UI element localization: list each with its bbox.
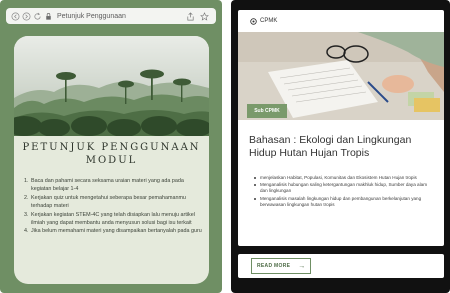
instruction-list: 1. Baca dan pahami secara seksama uraian… [24,177,204,236]
forest-image [14,36,209,136]
instruction-number: 3. [24,211,29,218]
sub-cpmk-badge: Sub CPMK [247,104,287,118]
instruction-number: 4. [24,228,29,235]
instruction-item: 2. Kerjakan quiz untuk mengetahui sebera… [24,194,204,211]
back-icon[interactable] [11,12,20,21]
left-panel: Petunjuk Penggunaan PETUNJUK PENGGUNAAN … [0,0,222,293]
objective-item: menjelaskan Habitat, Populasi, Komunitas… [254,175,434,181]
instruction-text: Kerjakan quiz untuk mengetahui seberapa … [31,194,186,210]
guide-title-line2: MODUL [85,155,138,166]
guide-title: PETUNJUK PENGGUNAAN MODUL [14,141,209,167]
read-more-container: READ MORE → [238,254,444,278]
instruction-text: Kerjakan kegiatan STEM-4C yang telah dis… [31,211,195,227]
guide-title-line1: PETUNJUK PENGGUNAAN [22,142,201,153]
instruction-number: 2. [24,194,29,201]
guide-card: PETUNJUK PENGGUNAAN MODUL 1. Baca dan pa… [14,36,209,284]
instruction-text: Baca dan pahami secara seksama uraian ma… [31,178,184,193]
share-icon[interactable] [186,11,195,21]
cpmk-label: CPMK [260,18,278,24]
instruction-item: 4. Jika belum memahami materi yang disam… [24,227,204,235]
objective-list: menjelaskan Habitat, Populasi, Komunitas… [254,175,434,209]
arrow-right-icon: → [298,262,306,270]
browser-address-bar[interactable]: Petunjuk Penggunaan [6,8,216,24]
forward-icon[interactable] [22,12,31,21]
target-icon [250,17,257,25]
instruction-number: 1. [24,178,29,184]
cpmk-header: CPMK [238,10,444,32]
right-panel: CPMK Sub CPMK Bahasan : Ekologi dan Ling… [231,0,450,293]
instruction-item: 1. Baca dan pahami secara seksama uraian… [24,177,204,194]
objective-item: Menganalisis hubungan saling ketergantun… [254,182,434,194]
instruction-item: 3. Kerjakan kegiatan STEM-4C yang telah … [24,211,204,228]
topic-card: CPMK Sub CPMK Bahasan : Ekologi dan Ling… [238,10,444,246]
topic-heading: Bahasan : Ekologi dan Lingkungan Hidup H… [249,134,412,159]
browser-page-title: Petunjuk Penggunaan [57,12,126,20]
lock-icon [46,12,51,20]
instruction-text: Jika belum memahami materi yang disampai… [31,228,202,235]
reload-icon[interactable] [33,12,42,21]
bookmark-star-icon[interactable] [200,11,209,21]
read-more-button[interactable]: READ MORE → [251,258,311,274]
objective-item: Menganalisis masalah lingkungan hidup da… [254,196,434,208]
read-more-label: READ MORE [257,263,291,269]
